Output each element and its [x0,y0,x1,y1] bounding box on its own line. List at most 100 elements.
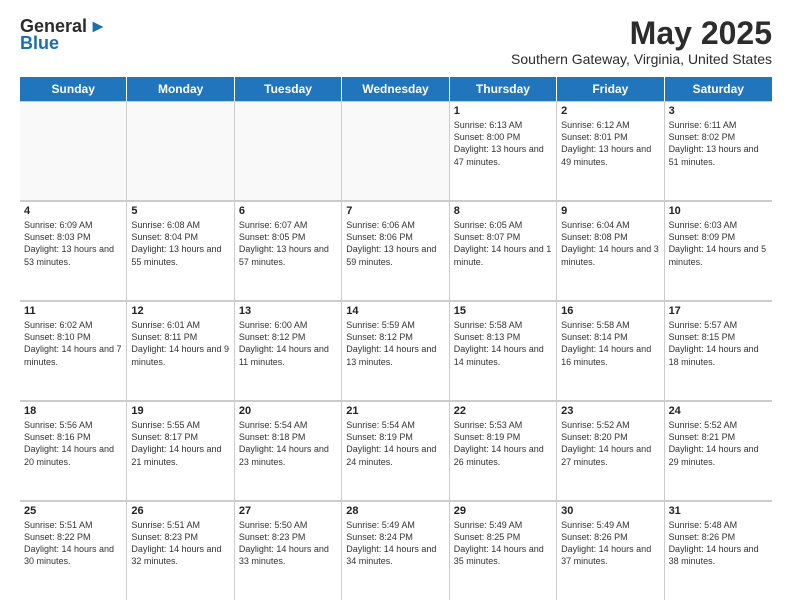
page: General Blue May 2025 Southern Gateway, … [0,0,792,612]
day-number: 11 [24,305,122,317]
calendar-cell: 5 Sunrise: 6:08 AMSunset: 8:04 PMDaylight… [127,201,234,300]
calendar-cell [127,101,234,200]
cell-info: Sunrise: 5:52 AMSunset: 8:21 PMDaylight:… [669,419,768,468]
day-number: 24 [669,405,768,417]
header: General Blue May 2025 Southern Gateway, … [20,16,772,67]
day-number: 20 [239,405,337,417]
calendar-cell: 23 Sunrise: 5:52 AMSunset: 8:20 PMDayligh… [557,401,664,500]
header-day-wednesday: Wednesday [342,77,449,101]
month-title: May 2025 [511,16,772,51]
calendar-cell: 6Sunrise: 6:07 AMSunset: 8:05 PMDaylight… [235,201,342,300]
day-number: 18 [24,405,122,417]
day-number: 31 [669,505,768,517]
cell-info: Sunrise: 5:53 AMSunset: 8:19 PMDaylight:… [454,419,552,468]
day-number: 15 [454,305,552,317]
header-day-monday: Monday [127,77,234,101]
cell-info: Sunrise: 6:06 AMSunset: 8:06 PMDaylight:… [346,219,444,268]
calendar-cell: 28 Sunrise: 5:49 AMSunset: 8:24 PMDayligh… [342,501,449,600]
day-number: 16 [561,305,659,317]
calendar-cell: 24 Sunrise: 5:52 AMSunset: 8:21 PMDayligh… [665,401,772,500]
cell-info: Sunrise: 5:49 AMSunset: 8:25 PMDaylight:… [454,519,552,568]
calendar-row-3: 11 Sunrise: 6:02 AMSunset: 8:10 PMDayligh… [20,301,772,401]
calendar-cell [20,101,127,200]
cell-info: Sunrise: 5:55 AMSunset: 8:17 PMDaylight:… [131,419,229,468]
day-number: 22 [454,405,552,417]
cell-info: Sunrise: 6:01 AMSunset: 8:11 PMDaylight:… [131,319,229,368]
calendar-row-2: 4 Sunrise: 6:09 AMSunset: 8:03 PMDaylight… [20,201,772,301]
day-number: 19 [131,405,229,417]
cell-info: Sunrise: 5:56 AMSunset: 8:16 PMDaylight:… [24,419,122,468]
calendar-body: 1 Sunrise: 6:13 AMSunset: 8:00 PMDaylight… [20,101,772,600]
day-number: 25 [24,505,122,517]
calendar-row-4: 18 Sunrise: 5:56 AMSunset: 8:16 PMDayligh… [20,401,772,501]
cell-info: Sunrise: 5:51 AMSunset: 8:23 PMDaylight:… [131,519,229,568]
cell-info: Sunrise: 6:07 AMSunset: 8:05 PMDaylight:… [239,219,337,268]
header-day-tuesday: Tuesday [235,77,342,101]
calendar-row-1: 1 Sunrise: 6:13 AMSunset: 8:00 PMDaylight… [20,101,772,201]
day-number: 29 [454,505,552,517]
calendar-cell: 17Sunrise: 5:57 AMSunset: 8:15 PMDayligh… [665,301,772,400]
cell-info: Sunrise: 6:03 AMSunset: 8:09 PMDaylight:… [669,219,768,268]
cell-info: Sunrise: 5:57 AMSunset: 8:15 PMDaylight:… [669,319,768,368]
header-day-thursday: Thursday [450,77,557,101]
cell-info: Sunrise: 5:52 AMSunset: 8:20 PMDaylight:… [561,419,659,468]
day-number: 5 [131,205,229,217]
logo: General Blue [20,16,107,54]
cell-info: Sunrise: 5:49 AMSunset: 8:24 PMDaylight:… [346,519,444,568]
calendar-cell: 29 Sunrise: 5:49 AMSunset: 8:25 PMDayligh… [450,501,557,600]
day-number: 2 [561,105,659,117]
calendar-cell: 18 Sunrise: 5:56 AMSunset: 8:16 PMDayligh… [20,401,127,500]
cell-info: Sunrise: 5:49 AMSunset: 8:26 PMDaylight:… [561,519,659,568]
calendar-cell: 4 Sunrise: 6:09 AMSunset: 8:03 PMDaylight… [20,201,127,300]
header-day-sunday: Sunday [20,77,127,101]
calendar-cell: 1 Sunrise: 6:13 AMSunset: 8:00 PMDaylight… [450,101,557,200]
calendar-cell [342,101,449,200]
cell-info: Sunrise: 5:51 AMSunset: 8:22 PMDaylight:… [24,519,122,568]
calendar-cell: 22 Sunrise: 5:53 AMSunset: 8:19 PMDayligh… [450,401,557,500]
day-number: 3 [669,105,768,117]
calendar-cell: 21 Sunrise: 5:54 AMSunset: 8:19 PMDayligh… [342,401,449,500]
cell-info: Sunrise: 6:00 AMSunset: 8:12 PMDaylight:… [239,319,337,368]
calendar-cell: 9 Sunrise: 6:04 AMSunset: 8:08 PMDaylight… [557,201,664,300]
cell-info: Sunrise: 5:48 AMSunset: 8:26 PMDaylight:… [669,519,768,568]
day-number: 28 [346,505,444,517]
calendar-cell: 12 Sunrise: 6:01 AMSunset: 8:11 PMDayligh… [127,301,234,400]
day-number: 13 [239,305,337,317]
cell-info: Sunrise: 6:02 AMSunset: 8:10 PMDaylight:… [24,319,122,368]
day-number: 12 [131,305,229,317]
calendar-cell: 7Sunrise: 6:06 AMSunset: 8:06 PMDaylight… [342,201,449,300]
cell-info: Sunrise: 5:54 AMSunset: 8:18 PMDaylight:… [239,419,337,468]
calendar-cell: 3 Sunrise: 6:11 AMSunset: 8:02 PMDaylight… [665,101,772,200]
day-number: 9 [561,205,659,217]
day-number: 8 [454,205,552,217]
day-number: 4 [24,205,122,217]
cell-info: Sunrise: 5:58 AMSunset: 8:14 PMDaylight:… [561,319,659,368]
cell-info: Sunrise: 6:08 AMSunset: 8:04 PMDaylight:… [131,219,229,268]
calendar-cell: 8Sunrise: 6:05 AMSunset: 8:07 PMDaylight… [450,201,557,300]
calendar-cell: 2 Sunrise: 6:12 AMSunset: 8:01 PMDaylight… [557,101,664,200]
calendar-cell: 30Sunrise: 5:49 AMSunset: 8:26 PMDayligh… [557,501,664,600]
location: Southern Gateway, Virginia, United State… [511,51,772,67]
calendar: SundayMondayTuesdayWednesdayThursdayFrid… [20,77,772,600]
day-number: 26 [131,505,229,517]
calendar-cell: 31 Sunrise: 5:48 AMSunset: 8:26 PMDayligh… [665,501,772,600]
calendar-cell: 19 Sunrise: 5:55 AMSunset: 8:17 PMDayligh… [127,401,234,500]
day-number: 1 [454,105,552,117]
day-number: 23 [561,405,659,417]
header-day-saturday: Saturday [665,77,772,101]
cell-info: Sunrise: 6:09 AMSunset: 8:03 PMDaylight:… [24,219,122,268]
cell-info: Sunrise: 5:58 AMSunset: 8:13 PMDaylight:… [454,319,552,368]
calendar-cell: 15 Sunrise: 5:58 AMSunset: 8:13 PMDayligh… [450,301,557,400]
day-number: 21 [346,405,444,417]
cell-info: Sunrise: 5:50 AMSunset: 8:23 PMDaylight:… [239,519,337,568]
calendar-cell: 27Sunrise: 5:50 AMSunset: 8:23 PMDayligh… [235,501,342,600]
calendar-cell: 11 Sunrise: 6:02 AMSunset: 8:10 PMDayligh… [20,301,127,400]
cell-info: Sunrise: 5:54 AMSunset: 8:19 PMDaylight:… [346,419,444,468]
cell-info: Sunrise: 6:11 AMSunset: 8:02 PMDaylight:… [669,119,768,168]
calendar-cell: 20 Sunrise: 5:54 AMSunset: 8:18 PMDayligh… [235,401,342,500]
cell-info: Sunrise: 6:12 AMSunset: 8:01 PMDaylight:… [561,119,659,168]
cell-info: Sunrise: 6:13 AMSunset: 8:00 PMDaylight:… [454,119,552,168]
calendar-cell: 16 Sunrise: 5:58 AMSunset: 8:14 PMDayligh… [557,301,664,400]
cell-info: Sunrise: 6:04 AMSunset: 8:08 PMDaylight:… [561,219,659,268]
calendar-cell: 10Sunrise: 6:03 AMSunset: 8:09 PMDayligh… [665,201,772,300]
